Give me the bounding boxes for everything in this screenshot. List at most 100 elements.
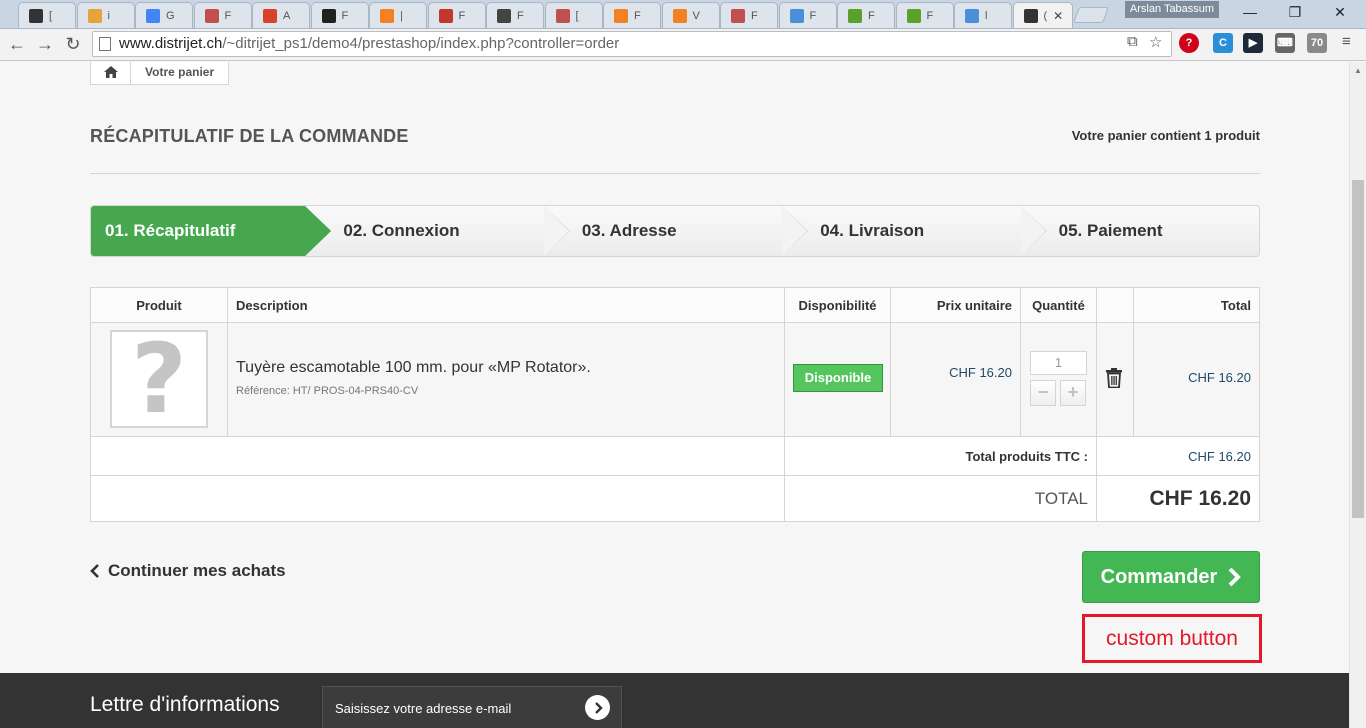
tab-favicon-icon — [731, 8, 745, 23]
browser-tab[interactable]: F — [486, 2, 544, 28]
reload-icon[interactable]: ↻ — [61, 32, 85, 56]
heading-divider — [90, 173, 1260, 174]
page-content: Votre panier RÉCAPITULATIF DE LA COMMAND… — [0, 62, 1366, 728]
translate-icon[interactable]: ⧉ — [1127, 33, 1138, 50]
grand-total-value: CHF 16.20 — [1149, 486, 1251, 510]
checkout-step[interactable]: 02. Connexion — [305, 206, 570, 256]
footer-blank-cell — [91, 476, 785, 521]
checkout-step[interactable]: 03. Adresse — [544, 206, 809, 256]
tab-title: F — [224, 9, 232, 22]
tab-title: l — [985, 9, 988, 22]
browser-tab[interactable]: l — [954, 2, 1012, 28]
line-total: CHF 16.20 — [1188, 370, 1251, 385]
cart-count: Votre panier contient 1 produit — [1071, 128, 1260, 143]
browser-tab[interactable]: F — [837, 2, 895, 28]
quantity-cell: 1 − + — [1021, 323, 1097, 436]
tab-title: F — [341, 9, 349, 22]
checkout-step-label: 04. Livraison — [820, 221, 925, 240]
menu-icon[interactable]: ≡ — [1342, 33, 1351, 50]
trash-icon[interactable] — [1105, 368, 1123, 388]
extension-icon[interactable]: ⌨ — [1275, 33, 1295, 53]
home-link[interactable] — [91, 62, 131, 84]
col-header-unit-price: Prix unitaire — [891, 288, 1021, 322]
step-arrow-icon — [1020, 206, 1046, 256]
tab-title: ( — [1043, 9, 1048, 22]
tab-title: F — [458, 9, 466, 22]
product-name-link[interactable]: Tuyère escamotable 100 mm. pour «MP Rota… — [236, 359, 591, 377]
quantity-decrease-button[interactable]: − — [1030, 380, 1056, 406]
checkout-step-label: 02. Connexion — [343, 221, 460, 240]
browser-tab[interactable]: F — [895, 2, 954, 28]
browser-tab[interactable]: [ — [18, 2, 76, 28]
browser-tab[interactable]: F — [310, 2, 369, 28]
tab-favicon-icon — [1023, 8, 1038, 23]
checkout-button[interactable]: Commander — [1082, 551, 1260, 603]
table-row: ? Tuyère escamotable 100 mm. pour «MP Ro… — [91, 323, 1259, 437]
checkout-step[interactable]: 05. Paiement — [1021, 206, 1259, 256]
availability-cell: Disponible — [785, 323, 891, 436]
unit-price-cell: CHF 16.20 — [891, 323, 1021, 436]
extension-icon[interactable]: C — [1213, 33, 1233, 53]
browser-tab[interactable]: A — [252, 2, 310, 28]
tab-favicon-icon — [29, 8, 43, 23]
browser-tab[interactable]: F — [427, 2, 486, 28]
tab-title: [ — [575, 9, 579, 22]
breadcrumb: Votre panier — [90, 62, 230, 85]
checkout-step-label: 03. Adresse — [581, 221, 677, 240]
extension-icon[interactable]: 70 — [1307, 33, 1327, 53]
product-image-placeholder[interactable]: ? — [110, 330, 208, 428]
browser-tab[interactable]: F — [193, 2, 252, 28]
tab-favicon-icon — [380, 8, 394, 23]
extension-icon[interactable]: ? — [1179, 33, 1199, 53]
browser-tab[interactable]: F — [720, 2, 778, 28]
url-path: /~ditrijet_ps1/demo4/prestashop/index.ph… — [222, 35, 620, 52]
col-header-total: Total — [1220, 297, 1251, 313]
continue-shopping-link[interactable]: Continuer mes achats — [90, 561, 286, 581]
browser-tab[interactable]: V — [661, 2, 720, 28]
browser-tab[interactable]: (✕ — [1012, 2, 1073, 28]
tab-favicon-icon — [789, 8, 804, 23]
scroll-up-icon[interactable]: ▲ — [1354, 66, 1362, 75]
unit-price: CHF 16.20 — [949, 365, 1012, 380]
continue-shopping-label: Continuer mes achats — [108, 561, 286, 580]
custom-button[interactable]: custom button — [1082, 614, 1262, 663]
breadcrumb-current: Votre panier — [145, 65, 215, 79]
delete-cell — [1097, 323, 1134, 436]
tab-strip: Arslan Tabassum — ❐ ✕ [i G F A F | F F [F V F F F Fl (… — [0, 0, 1366, 29]
checkout-step-label: 05. Paiement — [1058, 221, 1163, 240]
browser-tab[interactable]: F — [778, 2, 837, 28]
new-tab-button[interactable] — [1073, 7, 1109, 23]
quantity-input[interactable]: 1 — [1030, 351, 1087, 375]
newsletter-submit-button[interactable] — [585, 695, 610, 720]
tab-close-icon[interactable]: ✕ — [1053, 9, 1063, 23]
close-window-icon[interactable]: ✕ — [1330, 4, 1350, 21]
page-scrollbar[interactable]: ▲ — [1349, 62, 1366, 728]
newsletter-email-input[interactable]: Saisissez votre adresse e-mail — [322, 686, 622, 728]
address-bar[interactable]: www.distrijet.ch/~ditrijet_ps1/demo4/pre… — [92, 31, 1172, 57]
checkout-step[interactable]: 04. Livraison — [782, 206, 1047, 256]
tab-favicon-icon — [204, 8, 219, 23]
minimize-icon[interactable]: — — [1240, 4, 1260, 20]
bookmark-star-icon[interactable]: ☆ — [1149, 33, 1162, 51]
profile-name[interactable]: Arslan Tabassum — [1125, 1, 1219, 18]
scrollbar-thumb[interactable] — [1352, 180, 1364, 518]
col-header-availability: Disponibilité — [785, 288, 891, 322]
extension-icon[interactable]: ▶ — [1243, 33, 1263, 53]
quantity-increase-button[interactable]: + — [1060, 380, 1086, 406]
back-icon[interactable]: ← — [5, 32, 29, 56]
browser-tab[interactable]: [ — [544, 2, 603, 28]
browser-tab[interactable]: | — [369, 2, 427, 28]
browser-tab[interactable]: i — [76, 2, 135, 28]
checkout-step[interactable]: 01. Récapitulatif — [91, 206, 332, 256]
forward-icon[interactable]: → — [33, 32, 57, 56]
tab-title: F — [868, 9, 875, 22]
products-total-value: CHF 16.20 — [1188, 448, 1251, 464]
table-header: Produit Description Disponibilité Prix u… — [91, 288, 1259, 323]
product-description-cell: Tuyère escamotable 100 mm. pour «MP Rota… — [228, 323, 785, 436]
restore-icon[interactable]: ❐ — [1285, 4, 1305, 21]
browser-tab[interactable]: G — [135, 2, 193, 28]
browser-tab[interactable]: F — [603, 2, 661, 28]
home-icon — [103, 66, 118, 78]
chevron-left-icon — [90, 564, 99, 578]
tab-favicon-icon — [438, 8, 453, 23]
